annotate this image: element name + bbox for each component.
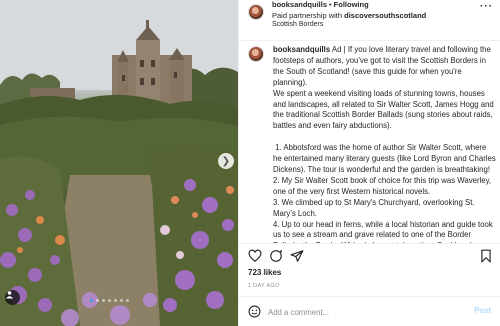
action-bar bbox=[239, 243, 500, 268]
post-comment-button[interactable]: Post bbox=[474, 306, 491, 315]
share-icon[interactable] bbox=[290, 249, 304, 263]
author-username[interactable]: booksandquills bbox=[272, 0, 327, 9]
caption-scroll-area[interactable]: booksandquills Ad | If you love literary… bbox=[239, 41, 500, 243]
location-link[interactable]: Scottish Borders bbox=[272, 21, 323, 28]
carousel-dot bbox=[90, 299, 93, 302]
caption-text: booksandquills Ad | If you love literary… bbox=[273, 45, 497, 243]
chevron-right-icon: ❯ bbox=[221, 155, 231, 167]
emoji-icon[interactable] bbox=[248, 305, 261, 318]
garden-castle-image bbox=[0, 0, 238, 326]
tagged-users-button[interactable] bbox=[5, 290, 20, 305]
carousel-dot bbox=[114, 299, 117, 302]
carousel-dot bbox=[126, 299, 129, 302]
comment-input[interactable] bbox=[268, 305, 458, 319]
carousel-dot bbox=[108, 299, 111, 302]
post-photo[interactable]: ❯ bbox=[0, 0, 238, 326]
more-options-button[interactable]: ··· bbox=[480, 1, 493, 12]
carousel-dot bbox=[120, 299, 123, 302]
carousel-dot bbox=[96, 299, 99, 302]
user-tag-icon bbox=[5, 291, 14, 299]
comment-icon[interactable] bbox=[269, 249, 283, 263]
caption-username[interactable]: booksandquills bbox=[273, 45, 330, 54]
caption-body: Ad | If you love literary travel and fol… bbox=[273, 45, 496, 243]
carousel-indicator bbox=[90, 299, 129, 302]
author-avatar[interactable] bbox=[248, 4, 264, 20]
heart-icon[interactable] bbox=[248, 249, 262, 263]
following-button[interactable]: Following bbox=[334, 0, 369, 9]
post-timestamp: 1 DAY AGO bbox=[248, 283, 280, 289]
carousel-dot bbox=[102, 299, 105, 302]
partnership-label: Paid partnership with discoversouthscotl… bbox=[272, 11, 426, 20]
partnership-prefix: Paid partnership with bbox=[272, 11, 345, 20]
post-sidebar: booksandquills • Following Paid partnershi… bbox=[238, 0, 500, 326]
post-header: booksandquills • Following Paid partnershi… bbox=[239, 0, 500, 41]
next-slide-button[interactable]: ❯ bbox=[218, 153, 234, 169]
partner-link[interactable]: discoversouthscotland bbox=[344, 11, 426, 20]
separator-dot: • bbox=[329, 0, 332, 9]
comment-bar: Post bbox=[239, 296, 500, 326]
caption-author-avatar[interactable] bbox=[248, 46, 264, 62]
likes-count[interactable]: 723 likes bbox=[248, 268, 281, 277]
bookmark-icon[interactable] bbox=[479, 249, 493, 263]
